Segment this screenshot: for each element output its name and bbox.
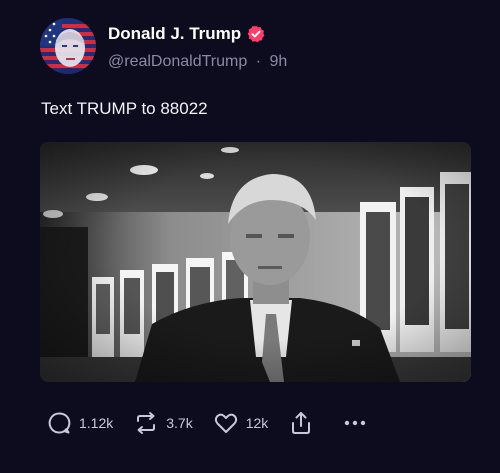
reply-count: 1.12k [79,415,114,431]
reply-button[interactable]: 1.12k [46,410,113,436]
meta-separator: · [255,53,262,70]
heart-icon [213,410,239,436]
verified-badge-icon [247,25,265,43]
reply-bubble-icon [46,410,72,436]
repost-arrows-icon [133,410,159,436]
author-meta: @realDonaldTrump · 9h [108,53,287,71]
author-handle[interactable]: @realDonaldTrump [108,53,247,70]
more-button[interactable] [342,410,368,436]
action-bar: 1.12k 3.7k 12k [46,408,388,438]
share-button[interactable] [288,410,314,436]
repost-count: 3.7k [166,415,193,431]
post-text: Text TRUMP to 88022 [41,99,208,118]
like-button[interactable]: 12k [213,410,269,436]
like-count: 12k [245,415,269,431]
avatar[interactable] [40,18,96,74]
post-image[interactable] [40,142,471,382]
repost-button[interactable]: 3.7k [133,410,193,436]
share-upload-icon [288,410,314,436]
more-dots-icon [342,410,368,436]
post-time[interactable]: 9h [270,53,288,70]
author-name-row[interactable]: Donald J. Trump [108,24,265,44]
post-card: Donald J. Trump @realDonaldTrump · 9h Te… [0,0,500,473]
author-name[interactable]: Donald J. Trump [108,24,241,44]
